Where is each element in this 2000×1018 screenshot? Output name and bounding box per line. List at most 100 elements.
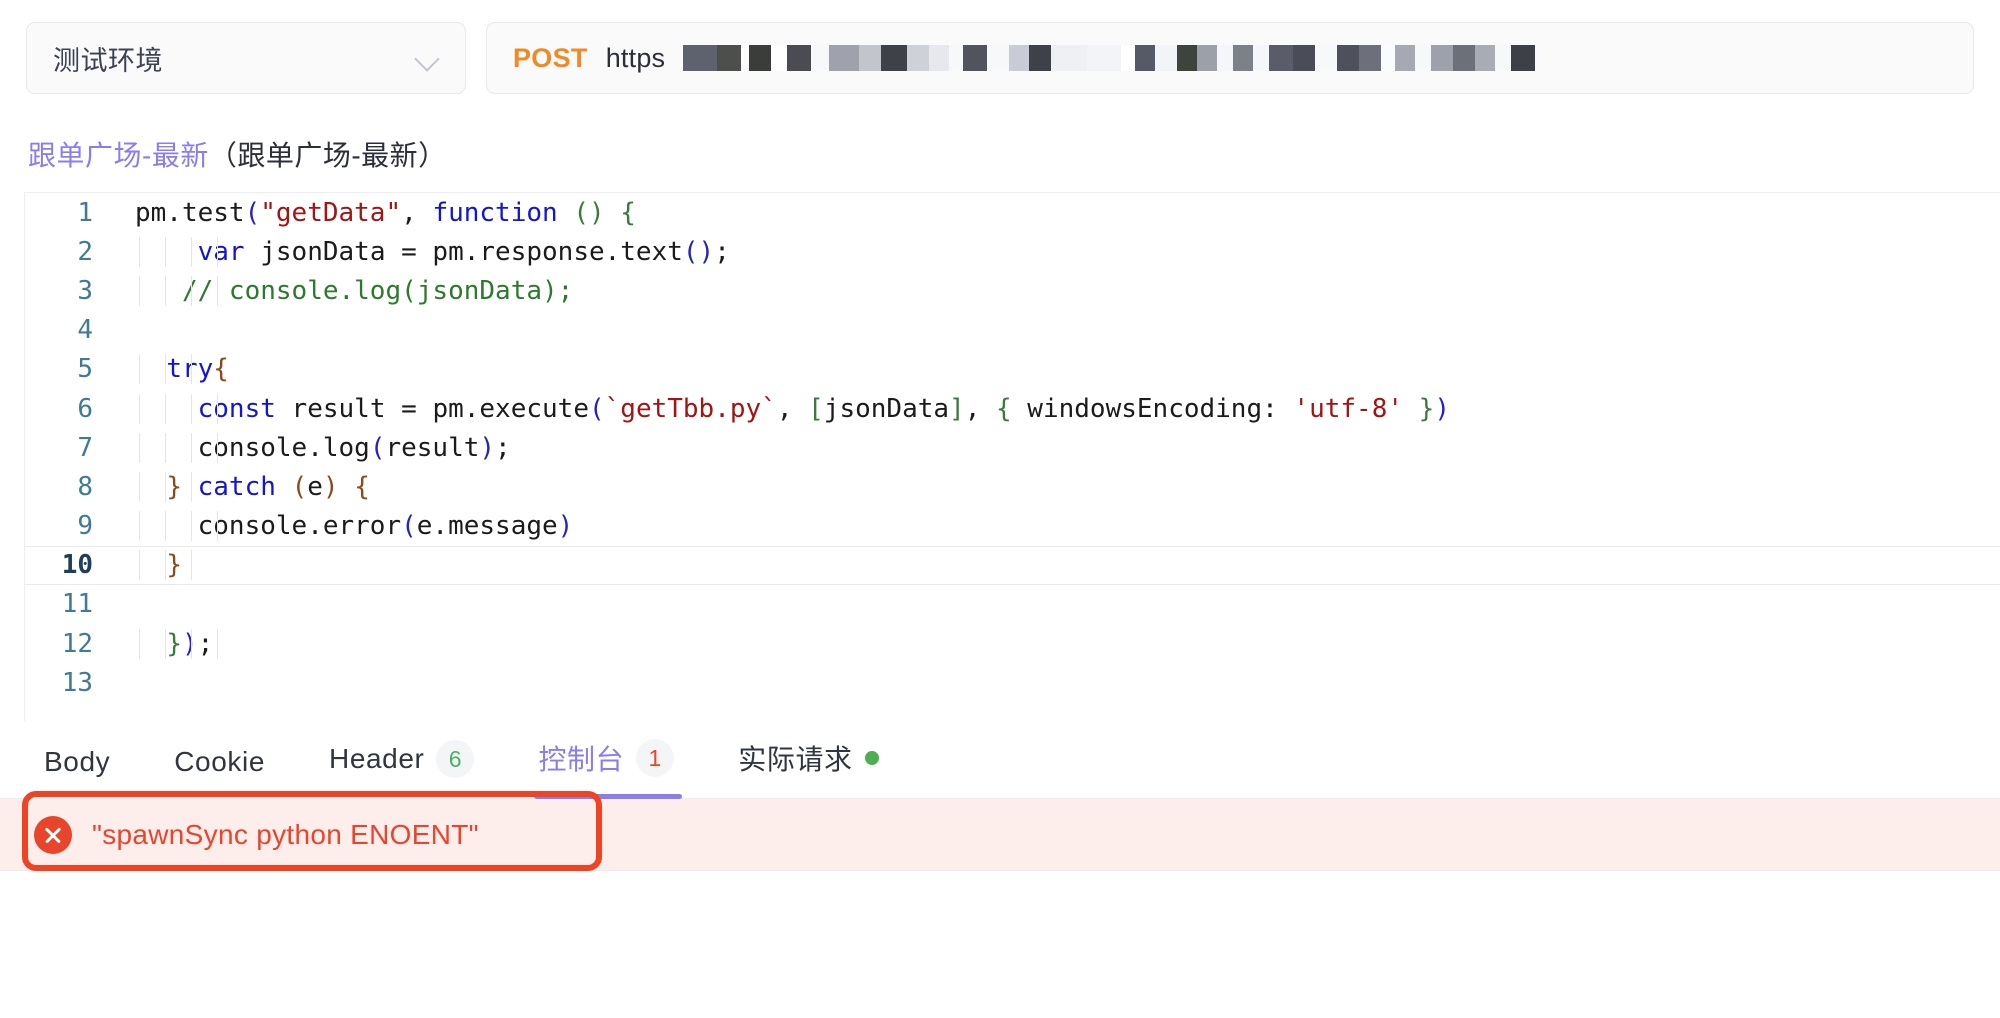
redaction-block <box>1381 45 1396 71</box>
redaction-block <box>1217 45 1234 71</box>
code-line-content: console.error(e.message) <box>113 511 2000 542</box>
top-toolbar: 测试环境 POST https <box>0 0 2000 112</box>
console-error-row[interactable]: "spawnSync python ENOENT" <box>0 799 2000 871</box>
code-token: const <box>197 393 276 424</box>
redaction-block <box>1359 45 1382 71</box>
line-number: 11 <box>61 589 93 620</box>
code-token: e <box>307 471 323 502</box>
code-token: , <box>401 197 433 228</box>
response-tab-bar: Body Cookie Header 6 控制台 1 实际请求 <box>0 721 2000 799</box>
code-token: ( <box>369 432 386 463</box>
code-token: ; <box>714 236 730 267</box>
code-token: () <box>573 197 605 228</box>
redaction-block <box>1197 45 1218 71</box>
tab-header[interactable]: Header 6 <box>329 740 508 798</box>
script-code-editor[interactable]: 1 pm.test("getData", function () { 2 var j… <box>24 192 2000 721</box>
code-token: ) <box>1434 393 1450 424</box>
code-token: console.log <box>197 432 370 463</box>
code-line[interactable]: 2 var jsonData = pm.response.text(); <box>25 232 2000 271</box>
redaction-block <box>1511 45 1536 71</box>
redaction-block <box>771 45 788 71</box>
code-token: jsonData = pm.response.text <box>244 236 683 267</box>
redaction-block <box>881 45 908 71</box>
redaction-block <box>1395 45 1416 71</box>
tab-badge: 6 <box>436 740 475 778</box>
tab-console[interactable]: 控制台 1 <box>534 738 708 799</box>
redaction-block <box>1177 45 1198 71</box>
code-token: { <box>620 197 636 228</box>
code-token: , <box>964 393 996 424</box>
code-line[interactable]: 8 } catch (e) { <box>25 467 2000 506</box>
redaction-block <box>1495 45 1512 71</box>
code-token: { <box>354 471 370 502</box>
code-line[interactable]: 1 pm.test("getData", function () { <box>25 193 2000 232</box>
code-line[interactable]: 10 } <box>25 545 2000 585</box>
code-token: pm.test <box>135 197 245 228</box>
code-line-content: // console.log(jsonData); <box>113 275 2000 306</box>
code-token: ( <box>244 197 261 228</box>
code-line-content: pm.test("getData", function () { <box>113 198 2000 228</box>
redaction-block <box>1009 45 1030 71</box>
indent-guides <box>113 628 2000 659</box>
code-token: ( <box>588 393 605 424</box>
redaction-block <box>963 45 988 71</box>
environment-selector[interactable]: 测试环境 <box>26 22 466 94</box>
tab-body[interactable]: Body <box>44 746 144 798</box>
code-line[interactable]: 11 <box>25 585 2000 624</box>
breadcrumb-link[interactable]: 跟单广场-最新 <box>28 134 209 174</box>
indent-guides <box>113 471 2000 502</box>
code-line[interactable]: 6 const result = pm.execute(`getTbb.py`,… <box>25 389 2000 428</box>
code-token: catch <box>197 471 276 502</box>
request-url-bar[interactable]: POST https <box>486 22 1974 94</box>
tab-label: 控制台 <box>538 744 625 775</box>
redaction-block <box>1415 45 1432 71</box>
tab-cookie[interactable]: Cookie <box>174 746 299 798</box>
code-token: ) <box>181 628 198 659</box>
line-number: 8 <box>77 471 93 502</box>
tab-actual-request[interactable]: 实际请求 <box>738 738 912 798</box>
code-line-content: const result = pm.execute(`getTbb.py`, [… <box>113 393 2000 424</box>
code-line[interactable]: 13 <box>25 663 2000 702</box>
line-number: 12 <box>61 628 93 659</box>
code-line[interactable]: 4 <box>25 311 2000 350</box>
code-token: ( <box>291 471 308 502</box>
redaction-block <box>1155 45 1178 71</box>
redaction-block <box>811 45 830 71</box>
code-line[interactable]: 9 console.error(e.message) <box>25 507 2000 546</box>
code-line[interactable]: 3 // console.log(jsonData); <box>25 271 2000 310</box>
line-number: 13 <box>61 667 93 698</box>
line-number: 2 <box>77 236 93 267</box>
line-number: 1 <box>77 197 93 228</box>
redaction-block <box>683 45 718 71</box>
breadcrumb: 跟单广场-最新 （跟单广场-最新） <box>0 112 2000 192</box>
tab-label: Body <box>44 746 111 777</box>
redacted-url-blocks <box>683 43 1947 73</box>
line-number: 3 <box>77 275 93 306</box>
code-token: e.message <box>416 511 558 542</box>
error-circle-x-icon <box>34 815 72 854</box>
redaction-block <box>1253 45 1270 71</box>
code-token: { <box>213 354 229 385</box>
line-number: 4 <box>77 315 93 346</box>
code-token: ( <box>401 511 417 542</box>
tab-badge: 1 <box>636 739 675 777</box>
chevron-down-icon[interactable] <box>415 45 441 71</box>
code-token: [ <box>808 393 824 424</box>
code-line[interactable]: 7 console.log(result); <box>25 428 2000 467</box>
redaction-block <box>1431 45 1454 71</box>
redaction-block <box>1293 45 1316 71</box>
code-line[interactable]: 5 try{ <box>25 350 2000 389</box>
console-error-message: "spawnSync python ENOENT" <box>92 818 479 850</box>
code-token: } <box>1418 393 1435 424</box>
code-token: () <box>682 236 715 267</box>
code-line[interactable]: 12 }); <box>25 624 2000 663</box>
